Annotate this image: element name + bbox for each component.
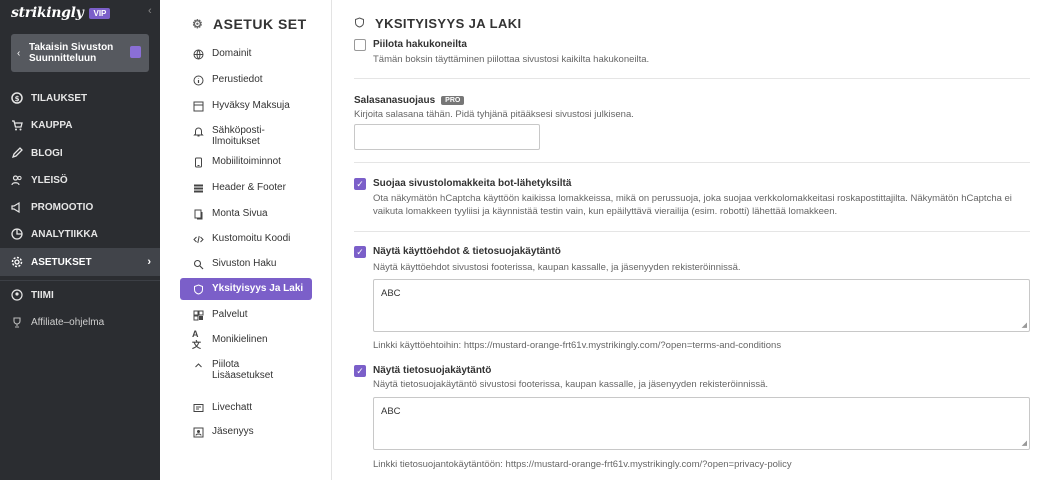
divider (354, 231, 1030, 232)
privacy-link: Linkki tietosuojantokäytäntöön: https://… (373, 459, 792, 470)
pro-badge: PRO (441, 95, 465, 105)
settings-item-multilingual[interactable]: A文 Monikielinen (180, 329, 312, 351)
nav-item-blog[interactable]: BLOGI (0, 139, 160, 167)
settings-title: ⚙ ASETUK SET (192, 16, 307, 32)
vip-badge: VIP (89, 7, 111, 19)
settings-item-hide-advanced[interactable]: Piilota Lisäasetukset (180, 354, 312, 386)
resize-grip-icon[interactable]: ◢ (1022, 440, 1027, 447)
settings-item-header-footer[interactable]: Header & Footer (180, 177, 312, 199)
settings-menu: ⚙ ASETUK SET Domainit Perustiedot Hyväks… (160, 0, 332, 480)
hide-search-checkbox[interactable] (354, 39, 366, 51)
settings-item-basic-info[interactable]: Perustiedot (180, 69, 312, 91)
hide-search-title: Piilota hakukoneilta (373, 39, 467, 50)
nav-label: ASETUKSET (31, 256, 92, 268)
search-icon (192, 258, 204, 270)
nav-item-affiliate[interactable]: Affiliate–ohjelma (0, 308, 160, 336)
globe-icon (192, 48, 204, 60)
terms-title: Näytä käyttöehdot & tietosuojakäytäntö (373, 246, 561, 257)
cart-icon (10, 118, 24, 132)
chart-icon (10, 227, 24, 241)
back-to-editor-button[interactable]: ‹ Takaisin Sivuston Suunnittelu​un (11, 34, 149, 72)
payment-icon (192, 100, 204, 112)
password-input[interactable] (354, 124, 540, 150)
bell-icon (192, 125, 204, 137)
gear-icon (10, 255, 24, 269)
hide-search-desc: Tämän boksin täyttäminen piilottaa sivus… (373, 54, 650, 65)
divider (354, 162, 1030, 163)
nav-item-promotion[interactable]: PROMOOTIO (0, 193, 160, 221)
shield-icon (192, 283, 204, 295)
settings-item-custom-code[interactable]: Kustomoitu Koodi (180, 228, 312, 250)
nav-label: BLOGI (31, 147, 63, 159)
mobile-icon (192, 156, 204, 168)
settings-item-membership[interactable]: Jäsenyys (180, 421, 312, 443)
collapse-sidebar-icon[interactable]: ‹ (148, 5, 152, 17)
nav-item-audience[interactable]: YLEISÖ (0, 166, 160, 194)
resize-grip-icon[interactable]: ◢ (1022, 322, 1027, 329)
app-sidebar: strikingly VIP ‹ ‹ Takaisin Sivuston Suu… (0, 0, 160, 480)
back-to-editor-label: Takaisin Sivuston Suunnittelu​un (29, 42, 114, 64)
page-title: YKSITYISYYS JA LAKI (354, 16, 522, 31)
pen-icon (10, 146, 24, 160)
translate-icon: A文 (192, 329, 202, 350)
captcha-desc: Ota näkymätön hCaptcha käyttöön kaikissa… (373, 193, 1012, 217)
chevron-left-icon: ‹ (17, 47, 21, 59)
nav-item-analytics[interactable]: ANALYTIIKKA (0, 220, 160, 248)
gear-icon: ⚙ (192, 17, 204, 31)
brand-name: strikingly (11, 5, 84, 21)
terms-desc: Näytä käyttöehdot sivustosi footerissa, … (373, 262, 741, 273)
nav-label: TIIMI (31, 289, 54, 301)
settings-item-email-notifications[interactable]: Sähköposti- Ilmoitukset (180, 120, 312, 152)
nav-label: TILAUKSET (31, 92, 88, 104)
privacy-desc: Näytä tietosuojakäytäntö sivustosi foote… (373, 379, 768, 390)
settings-item-privacy-legal[interactable]: Yksityisyys Ja Laki (180, 278, 312, 300)
captcha-checkbox[interactable]: ✓ (354, 178, 366, 190)
people-icon (10, 173, 24, 187)
nav-item-settings[interactable]: ASETUKSET › (0, 248, 160, 276)
terms-textarea[interactable]: ABC ◢ (373, 279, 1030, 332)
nav-item-team[interactable]: TIIMI (0, 281, 160, 309)
dollar-circle-icon: $ (10, 91, 24, 105)
editor-icon (130, 46, 141, 58)
brand-logo[interactable]: strikingly VIP (11, 5, 111, 21)
privacy-checkbox[interactable]: ✓ (354, 365, 366, 377)
settings-item-livechat[interactable]: Livechatt (180, 397, 312, 419)
nav-label: KAUPPA (31, 119, 73, 131)
trophy-icon (10, 315, 24, 329)
settings-item-mobile[interactable]: Mobiilitoiminnot (180, 151, 312, 173)
svg-text:$: $ (15, 95, 20, 103)
grid-icon (192, 309, 204, 321)
captcha-title: Suojaa sivustolomakkeita bot-lähetyksilt… (373, 178, 572, 189)
nav-label: Affiliate–ohjelma (31, 316, 105, 328)
pages-icon (192, 208, 204, 220)
settings-item-site-search[interactable]: Sivuston Haku (180, 253, 312, 275)
code-icon (192, 233, 204, 245)
settings-item-services[interactable]: Palvelut (180, 304, 312, 326)
divider (354, 78, 1030, 79)
nav-label: YLEISÖ (31, 174, 68, 186)
shield-icon (354, 16, 366, 31)
password-title: Salasanasuojaus PRO (354, 95, 465, 106)
password-desc: Kirjoita salasana tähän. Pidä tyhjänä pi… (354, 109, 634, 120)
chat-icon (192, 402, 204, 414)
chevron-up-icon (192, 359, 204, 371)
nav-item-store[interactable]: KAUPPA (0, 111, 160, 139)
settings-item-payments[interactable]: Hyväksy Maksuja (180, 95, 312, 117)
info-icon (192, 74, 204, 86)
team-icon (10, 288, 24, 302)
privacy-legal-panel: YKSITYISYYS JA LAKI Piilota hakukoneilta… (354, 0, 1034, 480)
membership-icon (192, 426, 204, 438)
terms-checkbox[interactable]: ✓ (354, 246, 366, 258)
megaphone-icon (10, 200, 24, 214)
header-footer-icon (192, 182, 204, 194)
terms-link: Linkki käyttöehtoihin: https://mustard-o… (373, 340, 782, 351)
nav-label: ANALYTIIKKA (31, 228, 98, 240)
chevron-right-icon: › (147, 256, 151, 268)
nav-label: PROMOOTIO (31, 201, 94, 213)
nav-item-orders[interactable]: $ TILAUKSET (0, 84, 160, 112)
settings-item-multiple-pages[interactable]: Monta Sivua (180, 203, 312, 225)
privacy-title: Näytä tietosuojakäytäntö (373, 365, 492, 376)
settings-item-domains[interactable]: Domainit (180, 43, 312, 65)
privacy-textarea[interactable]: ABC ◢ (373, 397, 1030, 450)
